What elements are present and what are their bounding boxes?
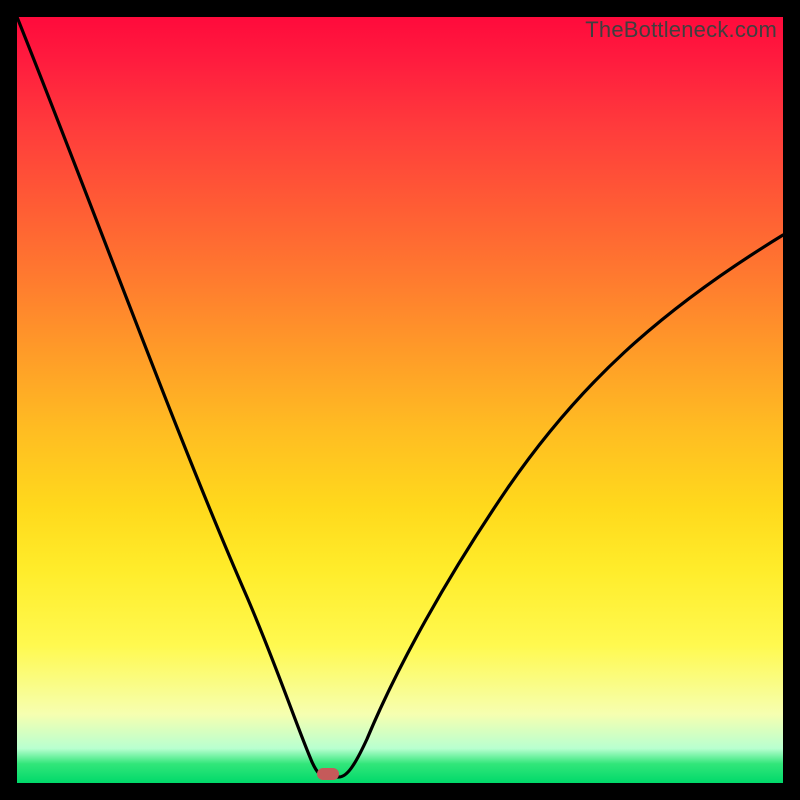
chart-plot-area: TheBottleneck.com	[17, 17, 783, 783]
optimum-marker	[317, 768, 339, 780]
bottleneck-curve	[17, 17, 783, 783]
curve-path	[17, 17, 783, 777]
watermark-text: TheBottleneck.com	[585, 17, 777, 43]
